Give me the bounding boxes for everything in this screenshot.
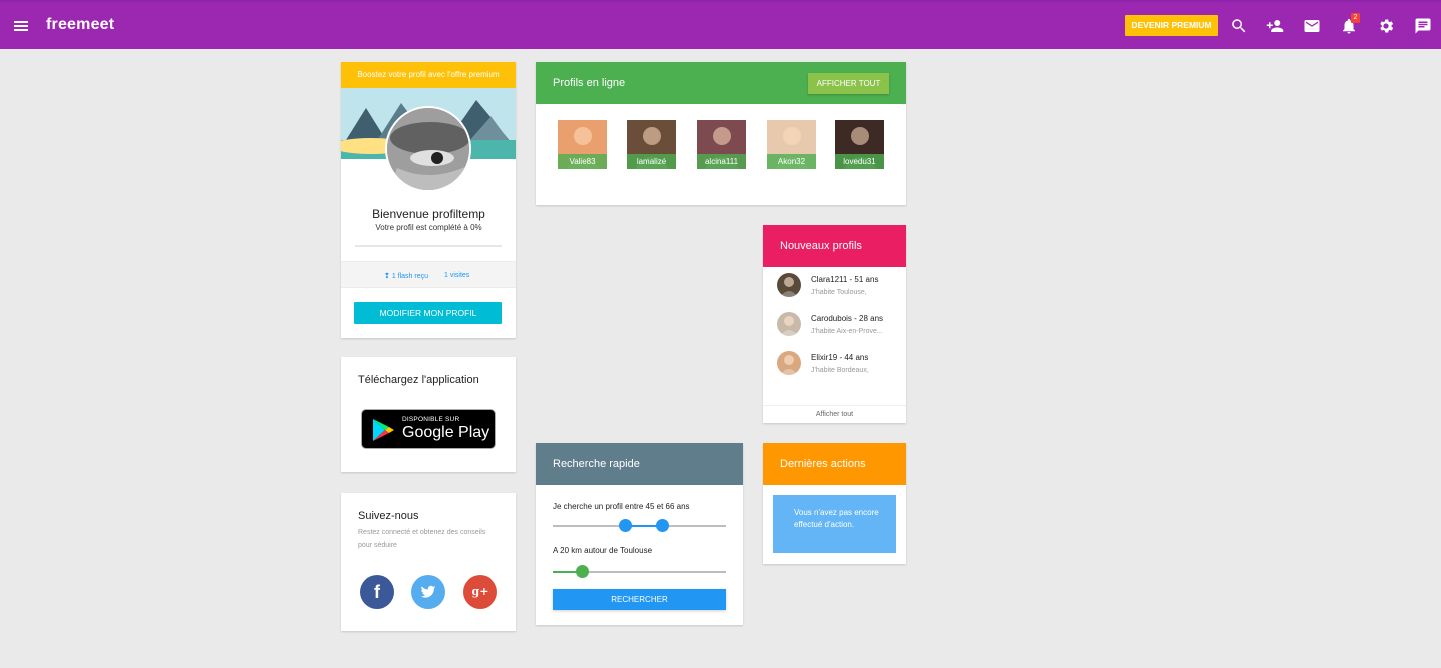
google-play-small-text: DISPONIBLE SUR [402,416,460,423]
new-profile-name: Carodubois - 28 ans [811,314,884,323]
age-min-knob[interactable] [619,519,632,532]
modify-profile-button[interactable]: MODIFIER MON PROFIL [354,302,502,324]
online-profile-thumb[interactable]: Akon32 [767,120,816,169]
age-range-slider[interactable] [553,519,726,532]
follow-us-card: Suivez-nous Restez connecté et obtenez d… [341,493,516,631]
app-logo[interactable]: freemeet [46,16,114,34]
online-profiles-card: Profils en ligne AFFICHER TOUT Valie83 la… [536,62,906,205]
last-actions-header: Dernières actions [763,443,906,485]
flash-received-link[interactable]: ❢ 1 flash reçu [384,272,428,280]
distance-slider[interactable] [553,565,726,578]
visits-link[interactable]: 1 visites [444,272,469,279]
new-profile-city: J'habite Aix-en-Prove... [811,328,883,335]
profile-avatar[interactable] [385,106,471,192]
online-profile-thumb[interactable]: alcina111 [697,120,746,169]
top-bar: freemeet DEVENIR PREMIUM 2 [0,0,1441,49]
quick-search-header: Recherche rapide [536,443,743,485]
online-profile-name: Valie83 [558,154,607,169]
new-profile-city: J'habite Bordeaux, [811,367,869,374]
quick-search-card: Recherche rapide Je cherche un profil en… [536,443,743,625]
online-profile-name: lamalizé [627,154,676,169]
profile-card: Boostez votre profil avec l'offre premiu… [341,62,516,338]
show-all-online-button[interactable]: AFFICHER TOUT [808,73,889,94]
mail-icon[interactable] [1303,17,1321,35]
distance-label: A 20 km autour de Toulouse [553,546,653,555]
no-actions-message: Vous n'avez pas encore effectué d'action… [773,495,896,553]
follow-us-description: Restez connecté et obtenez des conseils … [358,529,486,549]
new-profile-avatar [777,273,801,297]
google-plus-icon[interactable]: g+ [463,575,497,609]
new-profile-name: Elixir19 - 44 ans [811,353,869,362]
new-profiles-header: Nouveaux profils [763,225,906,267]
google-play-big-text: Google Play [402,424,490,441]
age-max-knob[interactable] [656,519,669,532]
show-all-new-profiles-link[interactable]: Afficher tout [763,405,906,423]
distance-knob[interactable] [576,565,589,578]
download-app-title: Téléchargez l'application [358,374,479,386]
new-profile-item[interactable]: Elixir19 - 44 ans J'habite Bordeaux, [777,351,907,381]
profile-stats: ❢ 1 flash reçu 1 visites [341,261,516,288]
last-actions-card: Dernières actions Vous n'avez pas encore… [763,443,906,564]
age-range-label: Je cherche un profil entre 45 et 66 ans [553,502,690,511]
add-user-icon[interactable] [1266,17,1284,35]
online-profile-name: Akon32 [767,154,816,169]
facebook-icon[interactable]: f [360,575,394,609]
online-profile-thumb[interactable]: lovedu31 [835,120,884,169]
welcome-title: Bienvenue profiltemp [372,207,485,221]
new-profile-item[interactable]: Clara1211 - 51 ans J'habite Toulouse, [777,273,907,303]
menu-icon[interactable] [14,21,28,32]
google-play-badge[interactable]: DISPONIBLE SUR Google Play [361,409,496,449]
follow-us-title: Suivez-nous [358,510,419,522]
pin-icon: ❢ [384,273,390,280]
boost-banner[interactable]: Boostez votre profil avec l'offre premiu… [341,62,516,88]
google-play-icon [373,419,394,441]
become-premium-button[interactable]: DEVENIR PREMIUM [1125,15,1218,36]
new-profile-name: Clara1211 - 51 ans [811,275,879,284]
new-profile-avatar [777,312,801,336]
download-app-card: Téléchargez l'application DISPONIBLE SUR… [341,357,516,472]
online-profile-thumb[interactable]: Valie83 [558,120,607,169]
profile-completion-bar [355,245,502,247]
search-button[interactable]: RECHERCHER [553,589,726,610]
twitter-icon[interactable] [411,575,445,609]
online-profile-thumb[interactable]: lamalizé [627,120,676,169]
profile-completion-text: Votre profil est complété à 0% [375,223,482,232]
notification-badge: 2 [1351,13,1360,23]
new-profile-item[interactable]: Carodubois - 28 ans J'habite Aix-en-Prove… [777,312,907,342]
online-profile-name: lovedu31 [835,154,884,169]
new-profile-city: J'habite Toulouse, [811,289,867,296]
new-profile-avatar [777,351,801,375]
chat-icon[interactable] [1414,17,1432,35]
gear-icon[interactable] [1377,17,1395,35]
new-profiles-card: Nouveaux profils Clara1211 - 51 ans J'hab… [763,225,906,423]
search-icon[interactable] [1230,17,1248,35]
flash-received-label: 1 flash reçu [391,273,429,280]
online-profile-name: alcina111 [697,154,746,169]
